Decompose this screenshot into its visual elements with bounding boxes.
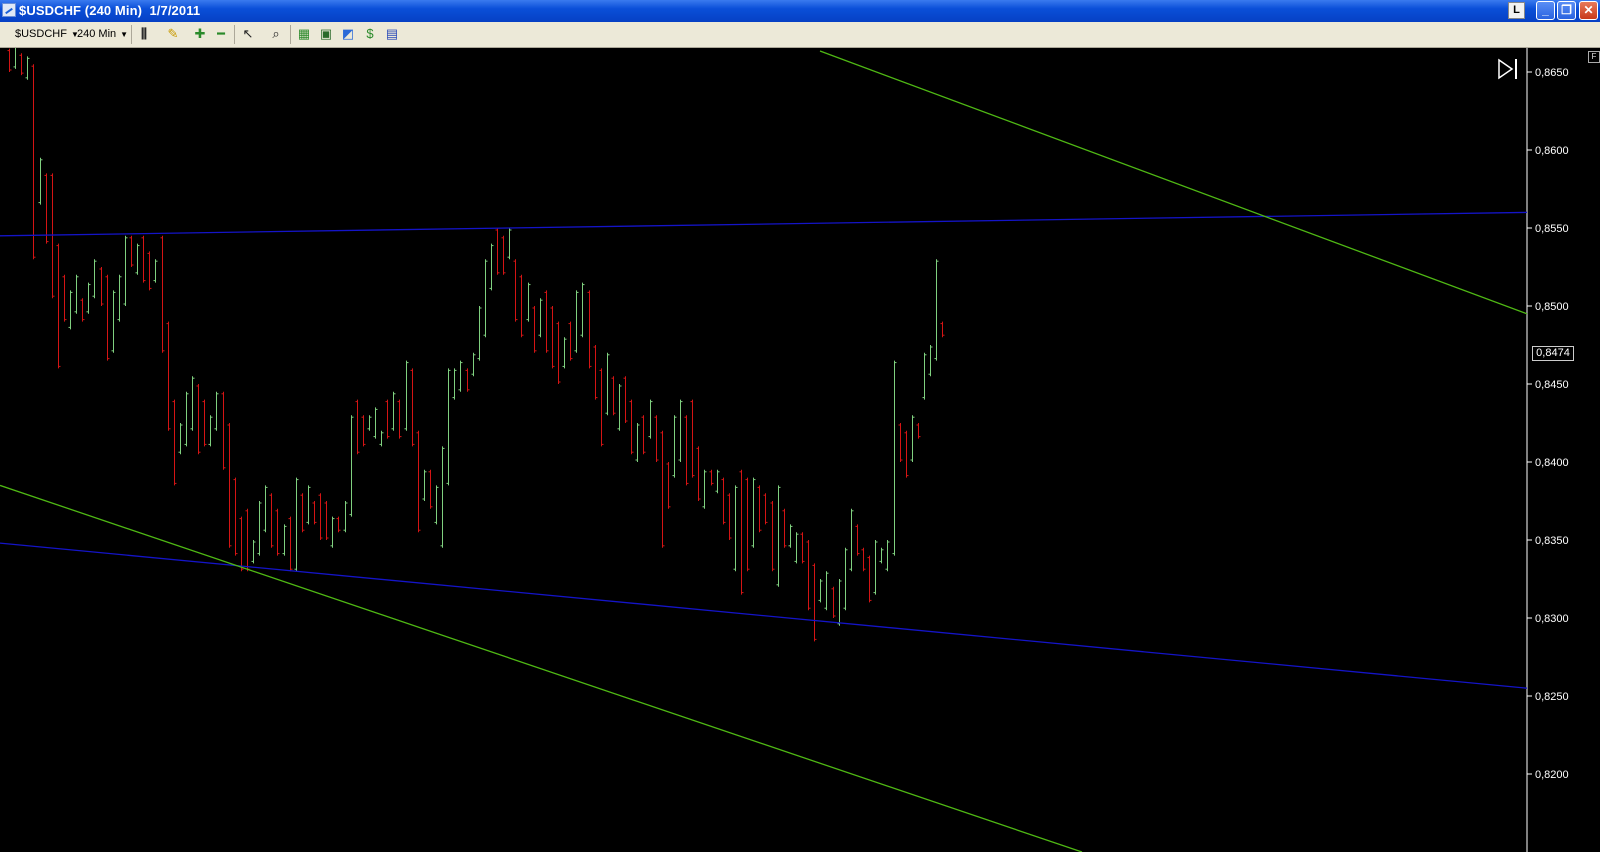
price-axis-label: 0,8200 <box>1535 769 1569 781</box>
minimize-button[interactable]: _ <box>1536 1 1555 20</box>
toolbar-separator <box>131 25 132 44</box>
price-axis-label: 0,8350 <box>1535 535 1569 547</box>
price-axis-label: 0,8500 <box>1535 301 1569 313</box>
symbol-dropdown[interactable]: $USDCHF ▼ <box>15 28 79 40</box>
f-button[interactable]: F <box>1588 51 1600 63</box>
price-axis-label: 0,8400 <box>1535 457 1569 469</box>
last-price-label: 0,8474 <box>1532 346 1574 361</box>
maximize-button[interactable]: ❐ <box>1557 1 1576 20</box>
chart-canvas: 0,8650 0,8600 0,8550 0,8500 0,8450 0,8400 0,83… <box>0 48 1569 852</box>
zoom-out-icon[interactable]: ━ <box>213 26 229 42</box>
toolbar-separator <box>234 25 235 44</box>
resistance-trendline <box>0 211 1528 237</box>
chart-analysis-icon[interactable]: ◩ <box>340 26 356 42</box>
bar-type-icon[interactable]: ⫼ <box>136 26 152 42</box>
price-axis-label: 0,8300 <box>1535 613 1569 625</box>
support-trendline <box>0 542 1528 689</box>
symbol-label: $USDCHF <box>15 28 67 40</box>
interval-label: 240 Min <box>77 28 117 40</box>
close-button[interactable]: ✕ <box>1579 1 1598 20</box>
price-axis-label: 0,8600 <box>1535 145 1569 157</box>
cursor-icon[interactable]: ↖ <box>240 26 256 42</box>
chart-icon <box>2 3 16 17</box>
insert-indicator-icon[interactable]: ▣ <box>318 26 334 42</box>
title-bar: $USDCHF (240 Min) 1/7/2011 L _ ❐ ✕ <box>0 0 1600 22</box>
price-axis-label: 0,8250 <box>1535 691 1569 703</box>
pencil-icon[interactable]: ✎ <box>165 26 181 42</box>
interval-dropdown[interactable]: 240 Min ▼ <box>77 28 128 40</box>
price-axis-label: 0,8550 <box>1535 223 1569 235</box>
dollar-icon[interactable]: $ <box>362 26 378 42</box>
format-window-icon[interactable]: ▤ <box>384 26 400 42</box>
l-button[interactable]: L <box>1508 2 1525 19</box>
upper-channel-trendline <box>819 50 1528 315</box>
toolbar-separator <box>290 25 291 44</box>
play-end-icon[interactable] <box>1498 58 1517 80</box>
insert-strategy-icon[interactable]: ▦ <box>296 26 312 42</box>
toolbar: $USDCHF ▼ 240 Min ▼ ⫼ ✎ ✚ ━ ↖ ⌕ ▦ ▣ ◩ $ ▤ <box>0 22 1600 48</box>
price-chart[interactable]: 0,8650 0,8600 0,8550 0,8500 0,8450 0,8400 0,83… <box>0 48 1600 852</box>
price-axis-label: 0,8450 <box>1535 379 1569 391</box>
window-title: $USDCHF (240 Min) 1/7/2011 <box>19 3 201 18</box>
price-axis-label: 0,8650 <box>1535 67 1569 79</box>
chevron-down-icon: ▼ <box>120 30 129 39</box>
lower-channel-trendline <box>0 484 1083 852</box>
magnifier-icon[interactable]: ⌕ <box>268 26 284 42</box>
zoom-in-icon[interactable]: ✚ <box>192 26 208 42</box>
